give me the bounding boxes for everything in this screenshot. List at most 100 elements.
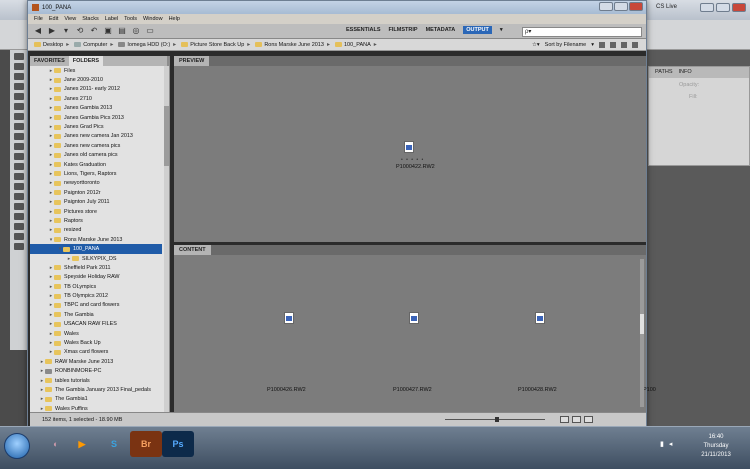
- brush-tool-icon[interactable]: [13, 123, 24, 130]
- minimize-icon[interactable]: [599, 2, 613, 11]
- raw-file-icon[interactable]: [409, 312, 419, 324]
- folder-tree-item[interactable]: ▸ Paignton July 2011: [30, 197, 162, 206]
- path-select-tool-icon[interactable]: [13, 213, 24, 220]
- shape-tool-icon[interactable]: [13, 223, 24, 230]
- workspace-essentials[interactable]: ESSENTIALS: [346, 27, 381, 33]
- folder-tree-item[interactable]: ▸ TBPC and card flowers: [30, 301, 162, 310]
- folder-tree-item[interactable]: ▸ TB Olympics 2012: [30, 291, 162, 300]
- eraser-tool-icon[interactable]: [13, 153, 24, 160]
- crumb-desktop[interactable]: Desktop ▸: [34, 41, 72, 48]
- tab-paths[interactable]: PATHS: [653, 67, 675, 78]
- folder-tree-item[interactable]: ▸ resized: [30, 226, 162, 235]
- details-view-icon[interactable]: [572, 416, 581, 423]
- tab-folders[interactable]: FOLDERS: [68, 56, 104, 66]
- lasso-tool-icon[interactable]: [13, 73, 24, 80]
- menu-help[interactable]: Help: [169, 16, 180, 22]
- sort-menu[interactable]: Sort by Filename: [545, 42, 587, 48]
- folder-tree-item[interactable]: ▸ Janes Grad Pics: [30, 122, 162, 131]
- workspace-filmstrip[interactable]: FILMSTRIP: [389, 27, 418, 33]
- output-icon[interactable]: ▭: [146, 27, 154, 35]
- workspace-menu-icon[interactable]: ▾: [500, 27, 503, 33]
- folder-tree-item[interactable]: ▸ RAW Marske June 2013: [30, 357, 162, 366]
- folder-tree-item[interactable]: ▸ tables tutorials: [30, 376, 162, 385]
- forward-icon[interactable]: ▶: [48, 27, 56, 35]
- folder-tree-item[interactable]: ▸ RONBINMORE-PC: [30, 367, 162, 376]
- folder-tree-item[interactable]: ▸ Wales: [30, 329, 162, 338]
- grid-view-icon[interactable]: [560, 416, 569, 423]
- pen-tool-icon[interactable]: [13, 193, 24, 200]
- tab-favorites[interactable]: FAVORITES: [30, 56, 69, 66]
- workspace-output[interactable]: OUTPUT: [463, 26, 492, 34]
- crumb-picture-store[interactable]: Picture Store Back Up ▸: [181, 41, 253, 48]
- crop-tool-icon[interactable]: [13, 93, 24, 100]
- thumbnail-size-slider[interactable]: [445, 417, 545, 422]
- cs-live-button[interactable]: CS Live: [656, 4, 677, 10]
- tab-info[interactable]: INFO: [677, 67, 694, 78]
- folder-tree-item[interactable]: ▸ Paignton 2012r: [30, 188, 162, 197]
- thumbnail-label[interactable]: P1000428.RW2: [518, 387, 557, 393]
- refine-icon[interactable]: ▤: [118, 27, 126, 35]
- maximize-icon[interactable]: [716, 3, 730, 12]
- list-view-icon[interactable]: [584, 416, 593, 423]
- delete-icon[interactable]: [632, 42, 638, 48]
- get-photos-icon[interactable]: ▣: [104, 27, 112, 35]
- folder-tree-item[interactable]: ▸ TB OLympics: [30, 282, 162, 291]
- raw-file-icon[interactable]: [284, 312, 294, 324]
- rotate-left-icon[interactable]: [599, 42, 605, 48]
- folder-tree-item[interactable]: ▸ Janes new camera Jan 2013: [30, 132, 162, 141]
- menu-view[interactable]: View: [64, 16, 76, 22]
- folder-tree-item[interactable]: ▸ Wales Puffins: [30, 404, 162, 412]
- folder-tree-item[interactable]: ▸ Pictures store: [30, 207, 162, 216]
- bridge-taskbar-button[interactable]: Br: [130, 431, 162, 457]
- dodge-tool-icon[interactable]: [13, 183, 24, 190]
- menu-edit[interactable]: Edit: [49, 16, 58, 22]
- history-brush-tool-icon[interactable]: [13, 143, 24, 150]
- start-button[interactable]: [4, 433, 30, 459]
- search-input[interactable]: ρ▾: [522, 27, 642, 37]
- healing-tool-icon[interactable]: [13, 113, 24, 120]
- stamp-tool-icon[interactable]: [13, 133, 24, 140]
- close-icon[interactable]: [732, 3, 746, 12]
- move-tool-icon[interactable]: [13, 53, 24, 60]
- folder-up-icon[interactable]: ▾: [62, 27, 70, 35]
- thumbnail-label[interactable]: P100: [643, 387, 656, 393]
- zoom-tool-icon[interactable]: [13, 243, 24, 250]
- folder-tree-item[interactable]: ▸ Speyside Holiday RAW: [30, 273, 162, 282]
- folder-tree-item[interactable]: ▸ Xmas card flowers: [30, 348, 162, 357]
- folder-tree-item[interactable]: ▸ newyorttoronto: [30, 179, 162, 188]
- folder-tree-item[interactable]: ▸ Lions, Tigers, Raptors: [30, 169, 162, 178]
- minimize-icon[interactable]: [700, 3, 714, 12]
- folder-tree-item[interactable]: ▸ Janes 2011- early 2012: [30, 85, 162, 94]
- clock[interactable]: 16:40 Thursday 21/11/2013: [690, 433, 742, 460]
- folder-tree-item[interactable]: ▸ Wales Back Up: [30, 338, 162, 347]
- folder-tree-item[interactable]: ▸ Janes Gambia Pics 2013: [30, 113, 162, 122]
- recent-icon[interactable]: ⟲: [76, 27, 84, 35]
- menu-file[interactable]: File: [34, 16, 43, 22]
- crumb-computer[interactable]: Computer ▸: [74, 41, 116, 48]
- rotate-right-icon[interactable]: [610, 42, 616, 48]
- crumb-rons-marske[interactable]: Rons Marske June 2013 ▸: [255, 41, 333, 48]
- folder-tree-item[interactable]: ▸ USACAN RAW FILES: [30, 320, 162, 329]
- folder-tree-scrollbar[interactable]: [164, 66, 169, 412]
- folder-tree-item[interactable]: ▸ Janes new camera pics: [30, 141, 162, 150]
- crumb-drive[interactable]: Iomega HDD (O:) ▸: [118, 41, 179, 48]
- blur-tool-icon[interactable]: [13, 173, 24, 180]
- gradient-tool-icon[interactable]: [13, 163, 24, 170]
- skype-icon[interactable]: S: [98, 431, 130, 457]
- rating-dots[interactable]: • • • • •: [401, 157, 424, 163]
- folder-tree-item[interactable]: ▸ Janes old camera pics: [30, 151, 162, 160]
- menu-label[interactable]: Label: [105, 16, 118, 22]
- tab-preview[interactable]: PREVIEW: [174, 56, 210, 66]
- folder-tree-item[interactable]: ▾ 100_PANA: [30, 244, 162, 254]
- menu-tools[interactable]: Tools: [124, 16, 137, 22]
- volume-icon[interactable]: ◂: [669, 440, 673, 448]
- menu-window[interactable]: Window: [143, 16, 163, 22]
- photoshop-taskbar-button[interactable]: Ps: [162, 431, 194, 457]
- folder-tree-item[interactable]: ▸ Files: [30, 66, 162, 75]
- close-icon[interactable]: [629, 2, 643, 11]
- thumbnail-label[interactable]: P1000427.RW2: [393, 387, 432, 393]
- eyedropper-tool-icon[interactable]: [13, 103, 24, 110]
- folder-tree-item[interactable]: ▸ SILKYPIX_DS: [30, 254, 162, 263]
- back-icon[interactable]: ◀: [34, 27, 42, 35]
- folder-tree-item[interactable]: ▸ Raptors: [30, 216, 162, 225]
